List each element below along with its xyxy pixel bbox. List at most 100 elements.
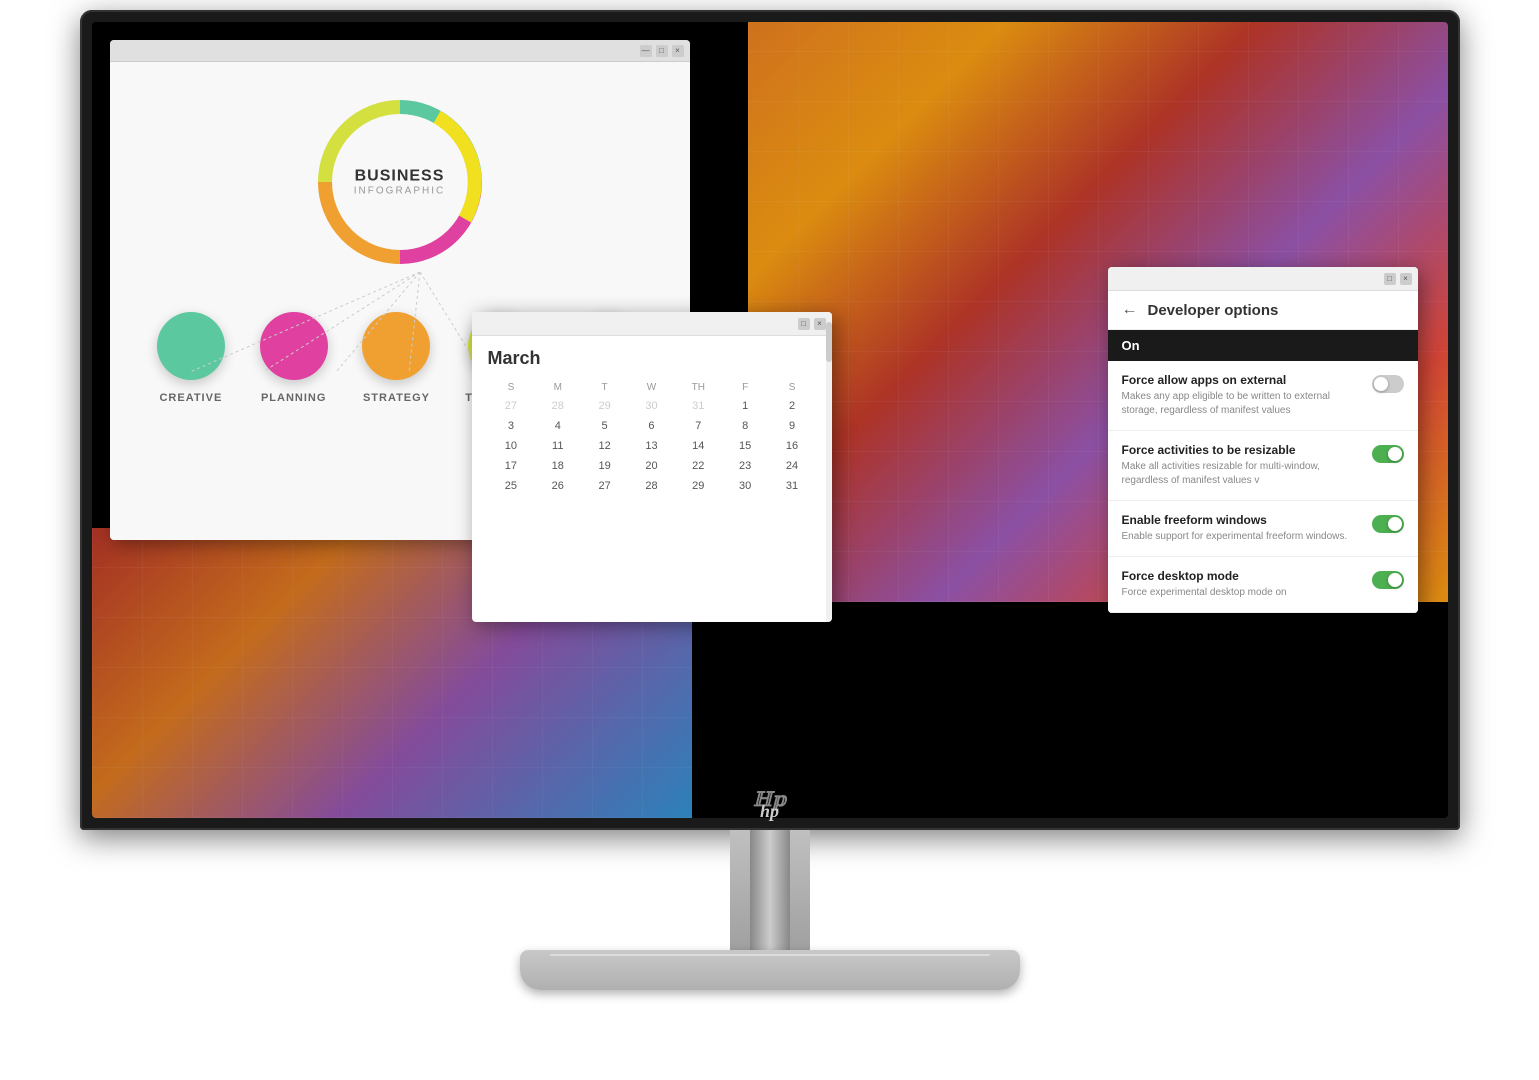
developer-item-force-allow: Force allow apps on external Makes any a…: [1108, 361, 1418, 431]
calendar-day[interactable]: 10: [488, 436, 535, 456]
monitor-neck: [730, 830, 810, 950]
developer-toggle-force-resizable[interactable]: [1372, 445, 1404, 463]
day-header-sat: S: [769, 379, 816, 396]
calendar-day[interactable]: 18: [534, 456, 581, 476]
calendar-row-5: 25 26 27 28 29 30 31: [488, 476, 816, 496]
calendar-day[interactable]: 14: [675, 436, 722, 456]
developer-status-text: On: [1122, 338, 1140, 353]
calendar-row-2: 3 4 5 6 7 8 9: [488, 416, 816, 436]
developer-item-title: Force desktop mode: [1122, 569, 1362, 583]
developer-item-desc: Makes any app eligible to be written to …: [1122, 390, 1362, 418]
calendar-day[interactable]: 12: [581, 436, 628, 456]
calendar-day[interactable]: 30: [722, 476, 769, 496]
calendar-day[interactable]: 19: [581, 456, 628, 476]
calendar-day[interactable]: 16: [769, 436, 816, 456]
monitor-base: [520, 950, 1020, 990]
calendar-day[interactable]: 28: [628, 476, 675, 496]
calendar-day[interactable]: 31: [675, 396, 722, 416]
calendar-minimize-btn[interactable]: □: [798, 318, 810, 330]
developer-item-text: Enable freeform windows Enable support f…: [1122, 513, 1362, 544]
calendar-row-1: 27 28 29 30 31 1 2: [488, 396, 816, 416]
planning-label: PLANNING: [261, 392, 326, 404]
developer-minimize-btn[interactable]: □: [1384, 273, 1396, 285]
calendar-day[interactable]: 23: [722, 456, 769, 476]
monitor-bezel: — □ ×: [80, 10, 1460, 830]
calendar-header-row: S M T W TH F S: [488, 379, 816, 396]
calendar-day[interactable]: 5: [581, 416, 628, 436]
infographic-circle-diagram: BUSINESS INFOGRAPHIC: [310, 92, 490, 272]
calendar-day[interactable]: 27: [581, 476, 628, 496]
circle-item-planning: PLANNING: [260, 312, 328, 404]
calendar-day[interactable]: 20: [628, 456, 675, 476]
planning-circle: [260, 312, 328, 380]
calendar-day[interactable]: 4: [534, 416, 581, 436]
calendar-day[interactable]: 7: [675, 416, 722, 436]
calendar-titlebar: □ ×: [472, 312, 832, 336]
developer-item-desc: Make all activities resizable for multi-…: [1122, 460, 1362, 488]
calendar-day[interactable]: 22: [675, 456, 722, 476]
day-header-tue: T: [581, 379, 628, 396]
developer-item-desc: Force experimental desktop mode on: [1122, 586, 1362, 600]
developer-header: ← Developer options: [1108, 291, 1418, 330]
developer-titlebar: □ ×: [1108, 267, 1418, 291]
calendar-day[interactable]: 8: [722, 416, 769, 436]
creative-label: CREATIVE: [159, 392, 222, 404]
calendar-day[interactable]: 25: [488, 476, 535, 496]
presentation-minimize-btn[interactable]: —: [640, 45, 652, 57]
monitor-screen: — □ ×: [92, 22, 1448, 818]
monitor: — □ ×: [70, 10, 1470, 1070]
developer-toggle-force-allow[interactable]: [1372, 375, 1404, 393]
developer-item-force-resizable: Force activities to be resizable Make al…: [1108, 431, 1418, 501]
creative-circle: [157, 312, 225, 380]
calendar-day[interactable]: 11: [534, 436, 581, 456]
calendar-content: March S M T W TH F S: [472, 336, 832, 508]
calendar-month: March: [488, 348, 816, 369]
calendar-day[interactable]: 29: [675, 476, 722, 496]
developer-back-button[interactable]: ←: [1122, 301, 1138, 319]
developer-toggle-freeform[interactable]: [1372, 515, 1404, 533]
calendar-day[interactable]: 28: [534, 396, 581, 416]
presentation-titlebar: — □ ×: [110, 40, 690, 62]
calendar-day[interactable]: 31: [769, 476, 816, 496]
presentation-close-btn[interactable]: ×: [672, 45, 684, 57]
calendar-day[interactable]: 27: [488, 396, 535, 416]
developer-close-btn[interactable]: ×: [1400, 273, 1412, 285]
calendar-day[interactable]: 13: [628, 436, 675, 456]
developer-item-text: Force activities to be resizable Make al…: [1122, 443, 1362, 488]
developer-item-freeform: Enable freeform windows Enable support f…: [1108, 501, 1418, 557]
developer-item-title: Enable freeform windows: [1122, 513, 1362, 527]
developer-item-desktop-mode: Force desktop mode Force experimental de…: [1108, 557, 1418, 613]
calendar-day[interactable]: 1: [722, 396, 769, 416]
calendar-close-btn[interactable]: ×: [814, 318, 826, 330]
calendar-day[interactable]: 6: [628, 416, 675, 436]
business-infographic-title: BUSINESS INFOGRAPHIC: [354, 168, 445, 197]
calendar-day[interactable]: 15: [722, 436, 769, 456]
calendar-scrollbar-thumb[interactable]: [826, 322, 832, 362]
developer-item-text: Force allow apps on external Makes any a…: [1122, 373, 1362, 418]
calendar-day[interactable]: 30: [628, 396, 675, 416]
circle-item-creative: CREATIVE: [157, 312, 225, 404]
calendar-day[interactable]: 26: [534, 476, 581, 496]
developer-toggle-desktop-mode[interactable]: [1372, 571, 1404, 589]
calendar-day[interactable]: 17: [488, 456, 535, 476]
calendar-day[interactable]: 29: [581, 396, 628, 416]
calendar-day[interactable]: 24: [769, 456, 816, 476]
developer-options-panel: □ × ← Developer options On Force allow a…: [1108, 267, 1418, 613]
developer-item-title: Force allow apps on external: [1122, 373, 1362, 387]
calendar-row-3: 10 11 12 13 14 15 16: [488, 436, 816, 456]
day-header-wed: W: [628, 379, 675, 396]
strategy-label: STRATEGY: [363, 392, 430, 404]
day-header-sun: S: [488, 379, 535, 396]
day-header-fri: F: [722, 379, 769, 396]
developer-status-bar: On: [1108, 330, 1418, 361]
calendar-grid: S M T W TH F S 27: [488, 379, 816, 496]
calendar-day[interactable]: 2: [769, 396, 816, 416]
developer-item-title: Force activities to be resizable: [1122, 443, 1362, 457]
calendar-scrollbar-track: [826, 312, 832, 622]
calendar-day[interactable]: 3: [488, 416, 535, 436]
developer-item-desc: Enable support for experimental freeform…: [1122, 530, 1362, 544]
calendar-row-4: 17 18 19 20 22 23 24: [488, 456, 816, 476]
calendar-panel: □ × March S M T W TH F: [472, 312, 832, 622]
calendar-day[interactable]: 9: [769, 416, 816, 436]
presentation-maximize-btn[interactable]: □: [656, 45, 668, 57]
